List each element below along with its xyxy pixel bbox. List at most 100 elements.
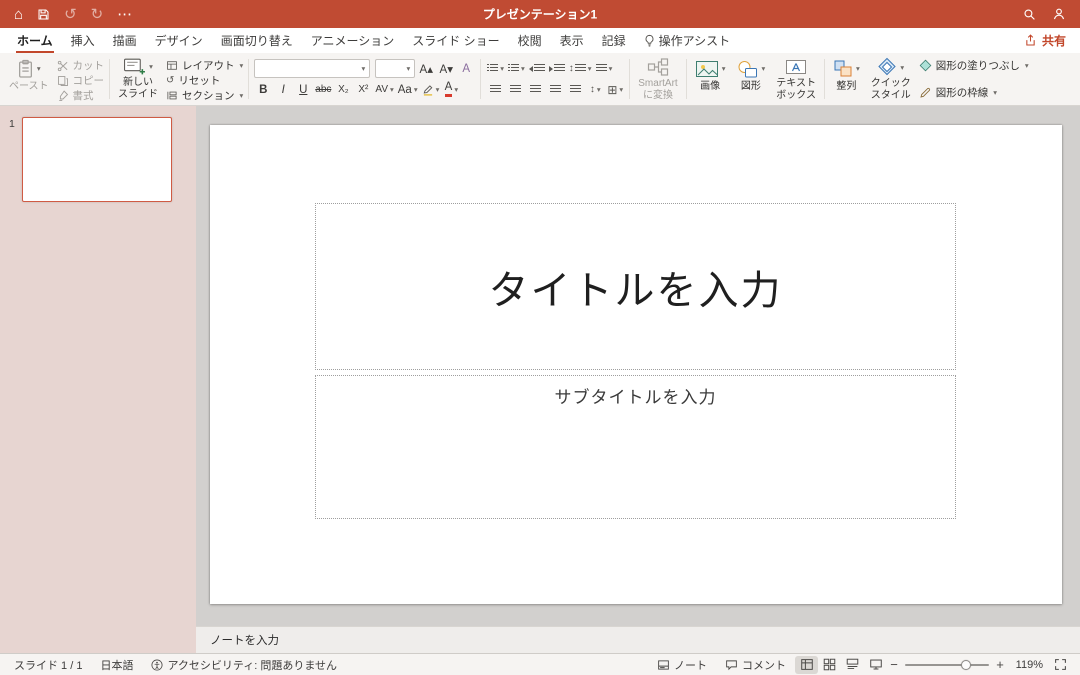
cut-button[interactable]: カット — [57, 58, 105, 73]
strikethrough-button[interactable]: abc — [314, 81, 332, 99]
line-spacing-bars-icon — [575, 64, 586, 73]
italic-button[interactable]: I — [274, 81, 292, 99]
view-notes-page-button[interactable] — [841, 656, 864, 674]
clipboard-small-buttons: カット コピー 書式 — [57, 56, 105, 102]
layout-button[interactable]: レイアウト ▾ — [166, 58, 243, 73]
font-name-combo[interactable]: ▾ — [254, 59, 370, 78]
bold-button[interactable]: B — [254, 81, 272, 99]
titlebar-right — [1023, 7, 1080, 21]
notes-toggle-label: ノート — [674, 657, 707, 673]
ribbon-divider — [109, 59, 110, 99]
arrange-icon — [833, 59, 853, 79]
character-spacing-button[interactable]: AV▾ — [374, 81, 394, 99]
ribbon-home: ▾ ペースト カット コピー 書式 ▾ 新しい スライド — [0, 53, 1080, 106]
subtitle-placeholder[interactable]: サブタイトルを入力 — [315, 375, 956, 519]
tab-review[interactable]: 校閲 — [509, 28, 551, 53]
undo-icon[interactable]: ↺ — [64, 7, 77, 22]
arrange-button[interactable]: ▾ 整列 — [830, 56, 863, 102]
justify-button[interactable] — [546, 81, 564, 99]
tab-view[interactable]: 表示 — [551, 28, 593, 53]
distribute-button[interactable] — [566, 81, 584, 99]
text-direction-button[interactable]: ▾ — [595, 60, 614, 78]
account-icon[interactable] — [1052, 7, 1066, 21]
zoom-slider-knob[interactable] — [961, 660, 971, 670]
language-indicator[interactable]: 日本語 — [91, 657, 142, 673]
tab-draw[interactable]: 描画 — [104, 28, 146, 53]
more-commands-icon[interactable]: ⋯ — [117, 7, 132, 22]
highlight-dropdown-icon: ▾ — [436, 85, 440, 94]
accessibility-status[interactable]: アクセシビリティ: 問題ありません — [142, 657, 346, 673]
shape-fill-button[interactable]: 図形の塗りつぶし ▾ — [919, 58, 1029, 73]
search-icon[interactable] — [1023, 8, 1036, 21]
zoom-slider[interactable] — [905, 657, 989, 673]
shapes-dropdown-icon: ▾ — [761, 64, 765, 73]
fit-slide-to-window-button[interactable] — [1049, 656, 1072, 674]
tab-home[interactable]: ホーム — [8, 28, 62, 53]
align-text-button[interactable]: ↕▾ — [586, 81, 604, 99]
section-button[interactable]: セクション ▾ — [166, 88, 243, 103]
accessibility-icon — [151, 659, 163, 671]
tab-slideshow[interactable]: スライド ショー — [403, 28, 508, 53]
format-painter-button[interactable]: 書式 — [57, 88, 105, 103]
save-icon[interactable] — [37, 8, 50, 21]
tab-assistant[interactable]: 操作アシスト — [635, 28, 740, 53]
increase-indent-button[interactable] — [548, 60, 566, 78]
align-right-button[interactable] — [526, 81, 544, 99]
align-center-button[interactable] — [506, 81, 524, 99]
zoom-level[interactable]: 119% — [1009, 659, 1043, 671]
tab-design[interactable]: デザイン — [146, 28, 212, 53]
highlight-button[interactable]: ▾ — [421, 81, 441, 99]
zoom-in-button[interactable]: + — [993, 657, 1007, 672]
underline-button[interactable]: U — [294, 81, 312, 99]
slide[interactable]: タイトルを入力 サブタイトルを入力 — [210, 125, 1062, 604]
quick-styles-button[interactable]: ▾ クイック スタイル — [868, 56, 914, 102]
subscript-button[interactable]: X₂ — [334, 81, 352, 99]
notes-pane[interactable]: ノートを入力 — [196, 626, 1080, 653]
text-box-button[interactable]: テキスト ボックス — [773, 56, 819, 102]
paste-button[interactable]: ▾ ペースト — [6, 56, 52, 102]
picture-button[interactable]: ▾ 画像 — [692, 56, 729, 102]
grow-font-button[interactable]: A▴ — [417, 60, 435, 78]
font-size-dropdown-icon: ▾ — [407, 64, 411, 73]
font-color-button[interactable]: A▾ — [442, 81, 460, 99]
new-slide-button[interactable]: ▾ 新しい スライド — [115, 56, 161, 102]
comments-toggle[interactable]: コメント — [716, 657, 795, 673]
reset-button[interactable]: ↺ リセット — [166, 73, 243, 88]
copy-button[interactable]: コピー — [57, 73, 105, 88]
redo-icon[interactable]: ↻ — [91, 7, 104, 22]
view-slideshow-button[interactable] — [864, 656, 887, 674]
align-left-button[interactable] — [486, 81, 504, 99]
shrink-font-button[interactable]: A▾ — [437, 60, 455, 78]
numbering-icon — [508, 64, 519, 73]
numbering-button[interactable]: ▾ — [507, 60, 526, 78]
superscript-button[interactable]: X² — [354, 81, 372, 99]
shapes-label: 図形 — [741, 81, 761, 93]
share-button[interactable]: 共有 — [1010, 28, 1080, 53]
clear-formatting-button[interactable]: A — [457, 60, 475, 78]
home-icon[interactable]: ⌂ — [14, 7, 23, 22]
copy-icon — [57, 75, 69, 87]
decrease-indent-button[interactable] — [528, 60, 546, 78]
bullets-button[interactable]: ▾ — [486, 60, 505, 78]
tab-record[interactable]: 記録 — [593, 28, 635, 53]
slide-thumbnail-selected[interactable] — [22, 117, 172, 202]
title-placeholder[interactable]: タイトルを入力 — [315, 203, 956, 370]
tab-animations[interactable]: アニメーション — [302, 28, 404, 53]
convert-to-table-button[interactable]: ⊞▾ — [606, 81, 624, 99]
section-dropdown-icon: ▾ — [240, 91, 244, 100]
comments-icon — [725, 659, 738, 671]
smartart-button[interactable]: SmartArt に変換 — [635, 56, 680, 102]
font-size-combo[interactable]: ▾ — [375, 59, 415, 78]
tab-transitions[interactable]: 画面切り替え — [212, 28, 302, 53]
shapes-button[interactable]: ▾ 図形 — [733, 56, 768, 102]
cut-label: カット — [73, 58, 105, 73]
change-case-button[interactable]: Aa▾ — [397, 81, 419, 99]
line-spacing-button[interactable]: ↕▾ — [568, 60, 593, 78]
shape-outline-button[interactable]: 図形の枠線 ▾ — [919, 85, 1029, 100]
view-slide-sorter-button[interactable] — [818, 656, 841, 674]
zoom-out-button[interactable]: − — [887, 657, 901, 672]
notes-toggle[interactable]: ノート — [648, 657, 716, 673]
smartart-label: SmartArt に変換 — [638, 78, 677, 102]
tab-insert[interactable]: 挿入 — [62, 28, 104, 53]
view-normal-button[interactable] — [795, 656, 818, 674]
